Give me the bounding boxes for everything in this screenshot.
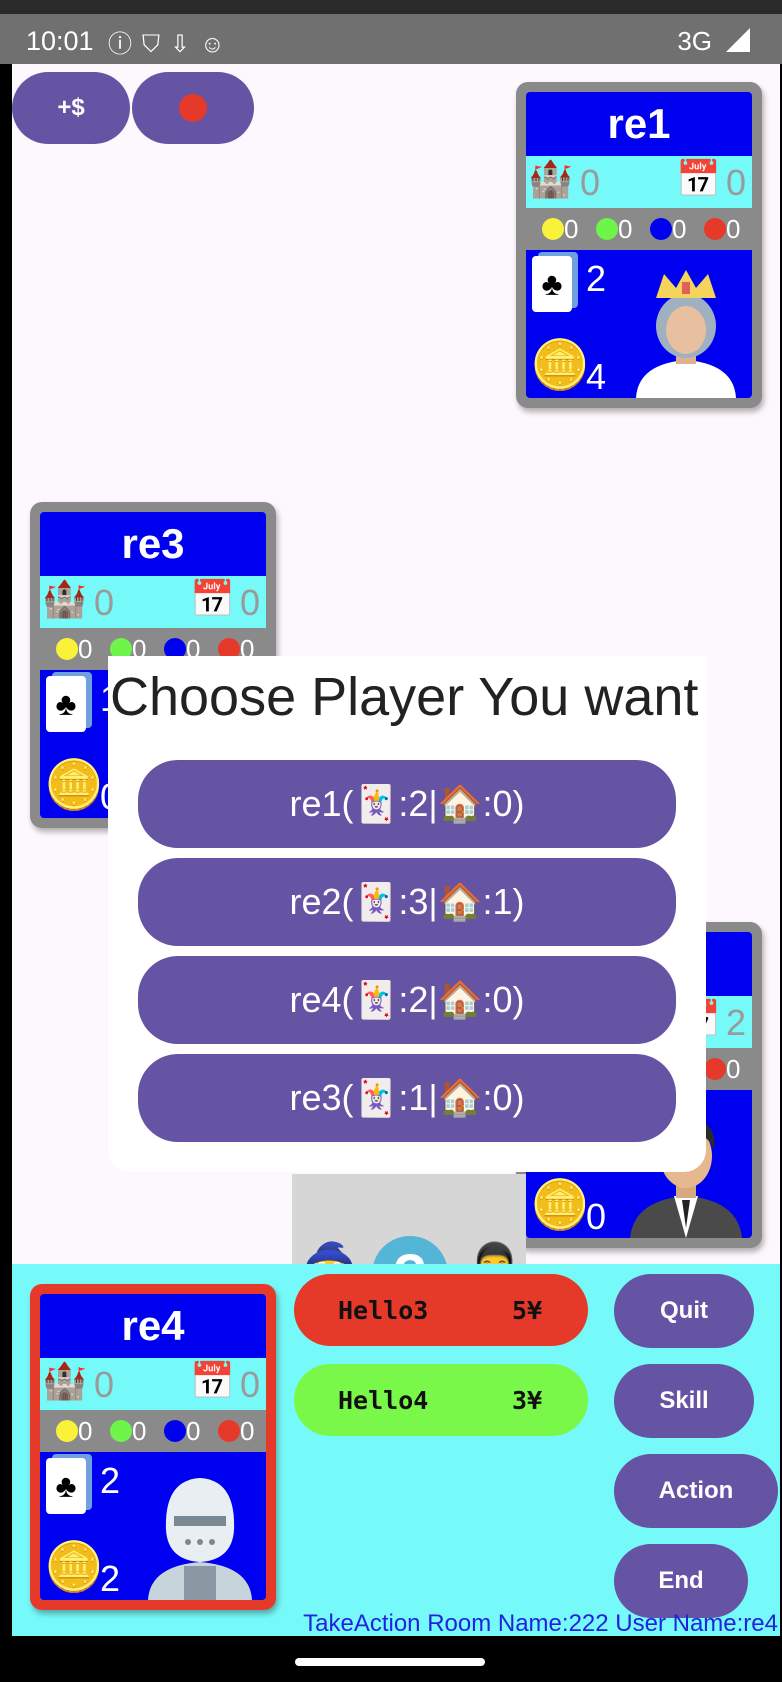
player-name: re1 bbox=[526, 92, 752, 156]
coin-count: 0 bbox=[586, 1196, 607, 1237]
status-bar: 10:01 ⓘ⛉⇩☺ 3G bbox=[0, 14, 782, 64]
red-dot-icon bbox=[704, 1058, 726, 1080]
dialog-title: Choose Player You want bbox=[110, 667, 699, 727]
yellow-count: 0 bbox=[78, 634, 93, 664]
action-button[interactable]: Action bbox=[614, 1454, 778, 1528]
money-row-hello4: Hello4 3¥ bbox=[294, 1364, 588, 1436]
castle-count: 0 bbox=[94, 582, 115, 623]
network-type: 3G bbox=[677, 26, 712, 56]
castle-icon: 🏰 bbox=[42, 578, 87, 619]
red-count: 0 bbox=[726, 214, 741, 244]
money-name: Hello4 bbox=[338, 1386, 429, 1415]
money-row-hello3: Hello3 5¥ bbox=[294, 1274, 588, 1346]
green-dot-icon bbox=[110, 1420, 132, 1442]
club-card-icon: ♣ bbox=[46, 1458, 86, 1514]
blue-count: 0 bbox=[672, 214, 687, 244]
day-count: 2 bbox=[726, 1002, 747, 1043]
red-count: 0 bbox=[240, 1416, 255, 1446]
top-strip bbox=[0, 0, 782, 14]
calendar-icon: 📅 bbox=[190, 1360, 235, 1401]
yellow-count: 0 bbox=[564, 214, 579, 244]
choose-player-re2-button[interactable]: re2(🃏:3|🏠:1) bbox=[138, 858, 676, 946]
knight-avatar-icon bbox=[148, 1478, 252, 1600]
day-count: 0 bbox=[240, 1364, 261, 1405]
hand-count: 2 bbox=[100, 1460, 121, 1501]
status-icons: ⓘ⛉⇩☺ bbox=[108, 24, 235, 59]
choose-player-re3-button[interactable]: re3(🃏:1|🏠:0) bbox=[138, 1054, 676, 1142]
day-count: 0 bbox=[726, 162, 747, 203]
player-name: re4 bbox=[40, 1294, 266, 1358]
yellow-count: 0 bbox=[78, 1416, 93, 1446]
calendar-icon: 📅 bbox=[676, 158, 721, 199]
coin-count: 2 bbox=[100, 1558, 121, 1599]
coins-icon: 🪙 bbox=[530, 339, 590, 392]
player-card-re1[interactable]: re1 🏰 0 📅 0 0 0 0 0 ♣ 2 🪙 4 bbox=[516, 82, 762, 408]
game-area: +$ re1 🏰 0 📅 0 0 0 0 0 ♣ 2 🪙 4 re3 🏰 0 📅… bbox=[12, 64, 780, 1636]
add-money-button[interactable]: +$ bbox=[12, 72, 130, 144]
skill-button[interactable]: Skill bbox=[614, 1364, 754, 1438]
coin-count: 4 bbox=[586, 356, 607, 397]
navigation-bar bbox=[0, 1636, 782, 1682]
choose-player-dialog: Choose Player You want re1(🃏:2|🏠:0) re2(… bbox=[108, 656, 706, 1172]
green-count: 0 bbox=[618, 214, 633, 244]
stop-icon bbox=[179, 94, 207, 122]
yellow-dot-icon bbox=[56, 1420, 78, 1442]
blue-dot-icon bbox=[164, 1420, 186, 1442]
stop-button[interactable] bbox=[132, 72, 254, 144]
hand-count: 2 bbox=[586, 258, 607, 299]
blue-count: 0 bbox=[186, 1416, 201, 1446]
club-card-icon: ♣ bbox=[46, 676, 86, 732]
status-time: 10:01 bbox=[26, 26, 94, 56]
coins-icon: 🪙 bbox=[44, 759, 104, 812]
castle-icon: 🏰 bbox=[528, 158, 573, 199]
blue-dot-icon bbox=[650, 218, 672, 240]
room-info-footer: TakeAction Room Name:222 User Name:re4 bbox=[303, 1610, 778, 1636]
choose-player-re4-button[interactable]: re4(🃏:2|🏠:0) bbox=[138, 956, 676, 1044]
shield-icon: ⛉ bbox=[142, 31, 170, 58]
green-count: 0 bbox=[132, 1416, 147, 1446]
castle-icon: 🏰 bbox=[42, 1360, 87, 1401]
day-count: 0 bbox=[240, 582, 261, 623]
red-dot-icon bbox=[704, 218, 726, 240]
castle-count: 0 bbox=[580, 162, 601, 203]
coins-icon: 🪙 bbox=[530, 1179, 590, 1232]
coins-icon: 🪙 bbox=[44, 1541, 104, 1594]
choose-player-re1-button[interactable]: re1(🃏:2|🏠:0) bbox=[138, 760, 676, 848]
calendar-icon: 📅 bbox=[190, 578, 235, 619]
money-amount: 3¥ bbox=[512, 1386, 543, 1415]
red-count: 0 bbox=[726, 1054, 741, 1084]
yellow-dot-icon bbox=[56, 638, 78, 660]
player-name: re3 bbox=[40, 512, 266, 576]
club-card-icon: ♣ bbox=[532, 256, 572, 312]
download-icon: ⇩ bbox=[170, 31, 201, 58]
money-name: Hello3 bbox=[338, 1296, 429, 1325]
info-icon: ⓘ bbox=[108, 31, 142, 58]
signal-icon bbox=[726, 28, 750, 52]
yellow-dot-icon bbox=[542, 218, 564, 240]
end-button[interactable]: End bbox=[614, 1544, 748, 1618]
quit-button[interactable]: Quit bbox=[614, 1274, 754, 1348]
green-dot-icon bbox=[596, 218, 618, 240]
queen-avatar-icon bbox=[636, 270, 736, 398]
money-amount: 5¥ bbox=[512, 1296, 543, 1325]
player-card-re4[interactable]: re4 🏰 0 📅 0 0 0 0 0 ♣ 2 🪙 2 bbox=[30, 1284, 276, 1610]
castle-count: 0 bbox=[94, 1364, 115, 1405]
red-dot-icon bbox=[218, 1420, 240, 1442]
cat-icon: ☺ bbox=[200, 31, 235, 58]
home-gesture-handle[interactable] bbox=[295, 1658, 485, 1666]
